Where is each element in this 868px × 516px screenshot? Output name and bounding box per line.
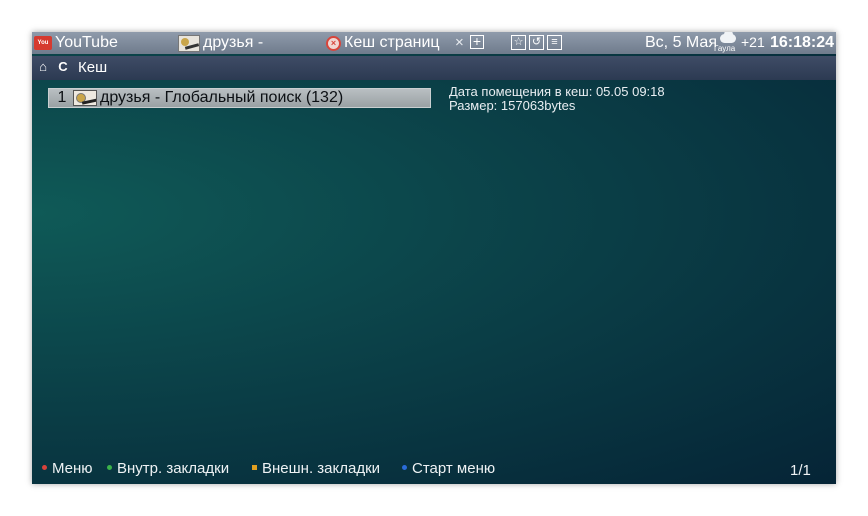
external-bookmarks-label: Внешн. закладки <box>262 460 381 477</box>
page-title: Кеш <box>78 59 108 76</box>
menu-icon[interactable]: ≡ <box>547 35 562 50</box>
weather-city: Гаула <box>714 44 736 53</box>
youtube-icon: You <box>34 36 52 50</box>
list-item[interactable]: 1 друзья - Глобальный поиск (132) <box>48 88 431 108</box>
date-display: Вс, 5 Мая <box>645 34 717 51</box>
external-bookmarks-key[interactable]: Внешн. закладки <box>252 458 380 480</box>
item-details: Дата помещения в кеш: 05.05 09:18 Размер… <box>449 85 665 113</box>
friends-icon <box>73 90 97 106</box>
error-icon: × <box>326 35 341 51</box>
item-index: 1 <box>57 89 67 106</box>
red-key-icon <box>42 464 47 470</box>
add-tab-button[interactable]: + <box>470 34 484 49</box>
back-icon[interactable]: ↺ <box>529 35 544 50</box>
clock: 16:18:24 <box>770 34 835 51</box>
tab-youtube[interactable]: You YouTube <box>34 32 118 54</box>
footer-bar: Меню Внутр. закладки Внешн. закладки Ста… <box>32 458 836 480</box>
start-menu-label: Старт меню <box>412 460 496 477</box>
item-title: друзья - Глобальный поиск (132) <box>100 89 344 106</box>
cache-size: Размер: 157063bytes <box>449 98 576 113</box>
page-indicator: 1/1 <box>790 462 811 479</box>
tab-label: Кеш страниц <box>344 34 440 51</box>
close-tab-button[interactable]: × <box>455 32 464 54</box>
start-menu-key[interactable]: Старт меню <box>402 458 495 480</box>
blue-key-icon <box>402 464 407 470</box>
friends-icon <box>178 34 200 52</box>
internal-bookmarks-label: Внутр. закладки <box>117 460 230 477</box>
green-key-icon <box>107 464 112 470</box>
refresh-icon[interactable]: C <box>56 59 70 75</box>
menu-key[interactable]: Меню <box>42 458 93 480</box>
tv-screen: You YouTube друзья - × Кеш страниц × + ☆… <box>32 32 836 484</box>
tab-label: друзья - <box>203 34 264 51</box>
temperature: +21 <box>741 34 765 50</box>
menu-key-label: Меню <box>52 460 93 477</box>
tab-label: YouTube <box>55 34 118 51</box>
nav-bar: ⌂ C Кеш <box>32 56 836 80</box>
tab-bar: You YouTube друзья - × Кеш страниц × + ☆… <box>32 32 836 54</box>
internal-bookmarks-key[interactable]: Внутр. закладки <box>107 458 229 480</box>
tab-cache[interactable]: × Кеш страниц <box>326 32 440 54</box>
bookmark-star-icon[interactable]: ☆ <box>511 35 526 50</box>
home-icon[interactable]: ⌂ <box>36 59 50 75</box>
cache-date: Дата помещения в кеш: 05.05 09:18 <box>449 84 665 99</box>
yellow-key-icon <box>252 464 257 470</box>
tab-friends[interactable]: друзья - <box>178 32 263 54</box>
